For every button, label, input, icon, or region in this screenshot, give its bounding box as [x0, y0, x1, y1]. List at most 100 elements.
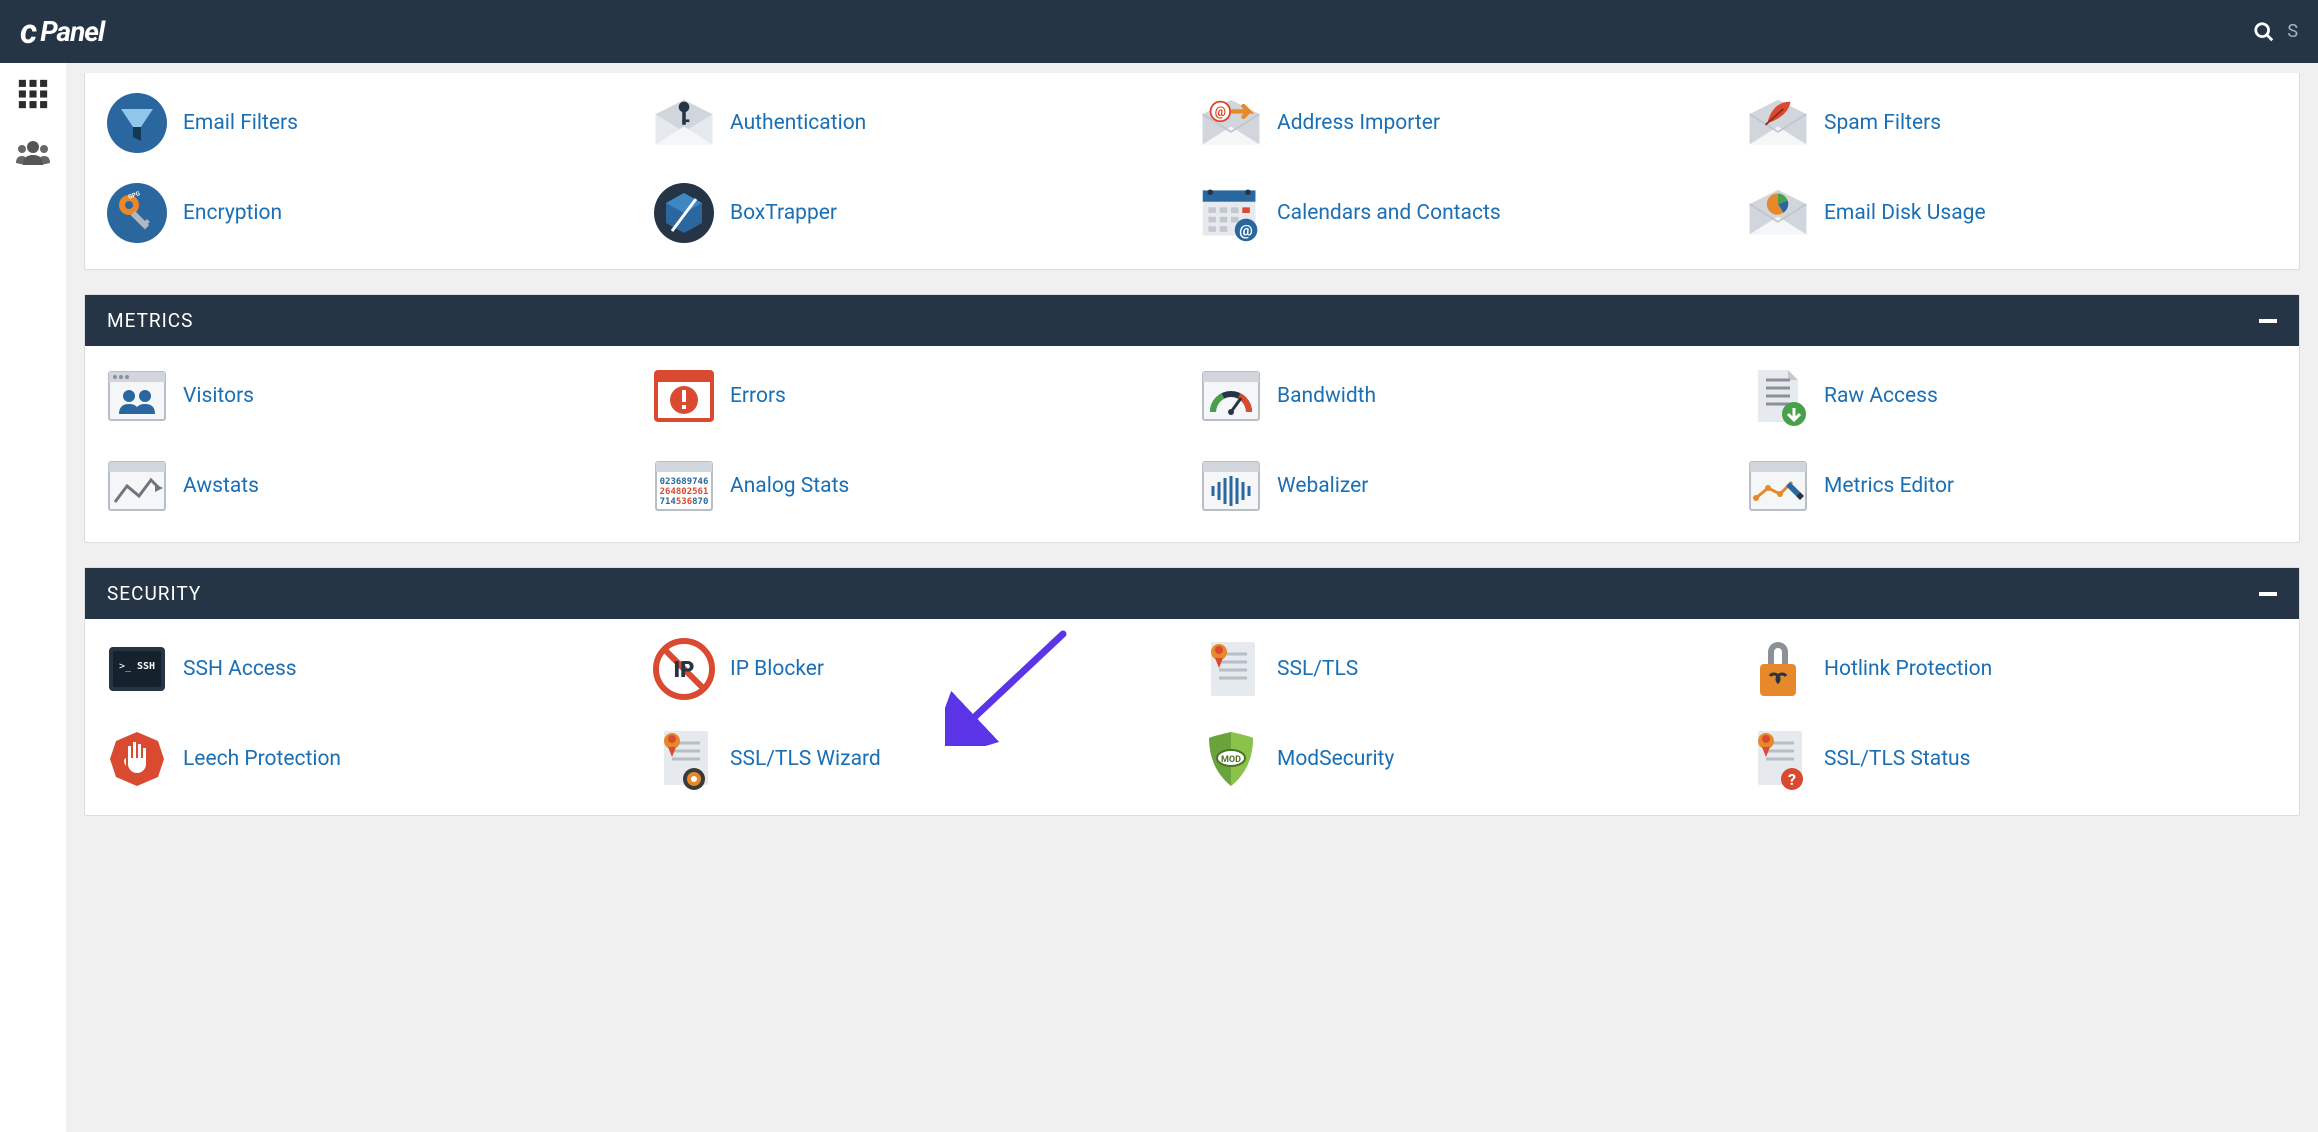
email-panel-body: Email Filters Authentication @ Address I…	[85, 73, 2299, 269]
security-panel: SECURITY >_ SSH SSH Access IP IP Blocker	[84, 567, 2300, 816]
item-label: Authentication	[730, 111, 866, 135]
item-label: Encryption	[183, 201, 282, 225]
logo-text: Panel	[40, 15, 104, 48]
ssl-wizard-icon	[652, 727, 716, 791]
ssh-terminal-icon: >_ SSH	[105, 637, 169, 701]
item-authentication[interactable]: Authentication	[650, 83, 1187, 163]
item-raw-access[interactable]: Raw Access	[1744, 356, 2281, 436]
metrics-panel-body: Visitors Errors Bandwidth	[85, 346, 2299, 542]
item-label: Hotlink Protection	[1824, 657, 1992, 681]
item-label: Bandwidth	[1277, 384, 1376, 408]
item-label: BoxTrapper	[730, 201, 837, 225]
item-label: Leech Protection	[183, 747, 341, 771]
sidebar-apps-button[interactable]	[16, 77, 50, 115]
item-ssl-tls[interactable]: SSL/TLS	[1197, 629, 1734, 709]
line-chart-icon	[105, 454, 169, 518]
metrics-panel-header[interactable]: METRICS	[85, 295, 2299, 346]
item-leech-protection[interactable]: Leech Protection	[103, 719, 640, 799]
svg-text:023689746: 023689746	[660, 477, 709, 487]
svg-text:>_: >_	[119, 661, 132, 672]
collapse-icon	[2259, 592, 2277, 596]
topbar: cPanel S	[0, 0, 2318, 63]
cpanel-logo[interactable]: cPanel	[20, 12, 104, 52]
ip-block-icon: IP	[652, 637, 716, 701]
svg-text:@: @	[1239, 222, 1253, 240]
svg-text:714536870: 714536870	[660, 497, 709, 507]
topbar-right: S	[2253, 21, 2298, 43]
item-label: SSL/TLS	[1277, 657, 1358, 681]
item-ssl-tls-wizard[interactable]: SSL/TLS Wizard	[650, 719, 1187, 799]
envelope-chart-icon	[1746, 181, 1810, 245]
item-errors[interactable]: Errors	[650, 356, 1187, 436]
security-panel-header[interactable]: SECURITY	[85, 568, 2299, 619]
sidebar-users-button[interactable]	[15, 139, 51, 171]
link-lock-icon	[1746, 637, 1810, 701]
item-address-importer[interactable]: @ Address Importer	[1197, 83, 1734, 163]
hand-stop-icon	[105, 727, 169, 791]
item-label: Address Importer	[1277, 111, 1440, 135]
ssl-cert-icon	[1199, 637, 1263, 701]
item-label: SSH Access	[183, 657, 297, 681]
item-spam-filters[interactable]: Spam Filters	[1744, 83, 2281, 163]
svg-text:MOD: MOD	[1221, 755, 1241, 765]
users-icon	[15, 139, 51, 167]
envelope-at-arrow-icon: @	[1199, 91, 1263, 155]
item-encryption[interactable]: GPG Encryption	[103, 173, 640, 253]
svg-text:IP: IP	[674, 658, 695, 683]
item-label: SSL/TLS Wizard	[730, 747, 881, 771]
item-awstats[interactable]: Awstats	[103, 446, 640, 526]
visitors-icon	[105, 364, 169, 428]
item-label: Visitors	[183, 384, 254, 408]
panel-title: METRICS	[107, 309, 193, 332]
funnel-icon	[105, 91, 169, 155]
envelope-feather-icon	[1746, 91, 1810, 155]
item-hotlink-protection[interactable]: Hotlink Protection	[1744, 629, 2281, 709]
item-label: Webalizer	[1277, 474, 1368, 498]
item-label: Analog Stats	[730, 474, 849, 498]
main-content: Email Filters Authentication @ Address I…	[66, 63, 2318, 870]
edit-chart-icon	[1746, 454, 1810, 518]
grid-icon	[16, 77, 50, 111]
item-ssh-access[interactable]: >_ SSH SSH Access	[103, 629, 640, 709]
audio-bars-icon	[1199, 454, 1263, 518]
item-label: Email Disk Usage	[1824, 201, 1986, 225]
item-bandwidth[interactable]: Bandwidth	[1197, 356, 1734, 436]
item-label: Email Filters	[183, 111, 298, 135]
email-panel: Email Filters Authentication @ Address I…	[84, 73, 2300, 270]
sidebar	[0, 63, 66, 1132]
svg-text:?: ?	[1788, 770, 1796, 789]
item-boxtrapper[interactable]: BoxTrapper	[650, 173, 1187, 253]
item-visitors[interactable]: Visitors	[103, 356, 640, 436]
gauge-icon	[1199, 364, 1263, 428]
item-metrics-editor[interactable]: Metrics Editor	[1744, 446, 2281, 526]
envelope-key-icon	[652, 91, 716, 155]
security-panel-body: >_ SSH SSH Access IP IP Blocker SSL/TLS	[85, 619, 2299, 815]
search-icon	[2253, 21, 2275, 43]
item-analog-stats[interactable]: 023689746 264802561 714536870 Analog Sta…	[650, 446, 1187, 526]
item-label: Calendars and Contacts	[1277, 201, 1501, 225]
item-email-filters[interactable]: Email Filters	[103, 83, 640, 163]
item-email-disk-usage[interactable]: Email Disk Usage	[1744, 173, 2281, 253]
search-area[interactable]: S	[2253, 21, 2298, 43]
item-label: Awstats	[183, 474, 259, 498]
item-label: Raw Access	[1824, 384, 1938, 408]
item-ssl-tls-status[interactable]: ? SSL/TLS Status	[1744, 719, 2281, 799]
search-placeholder-text: S	[2287, 21, 2298, 42]
item-webalizer[interactable]: Webalizer	[1197, 446, 1734, 526]
item-label: Spam Filters	[1824, 111, 1941, 135]
item-label: Errors	[730, 384, 786, 408]
boxtrapper-icon	[652, 181, 716, 245]
svg-text:SSH: SSH	[137, 661, 155, 672]
mod-shield-icon: MOD	[1199, 727, 1263, 791]
svg-text:264802561: 264802561	[660, 487, 709, 497]
item-calendars-contacts[interactable]: @ Calendars and Contacts	[1197, 173, 1734, 253]
key-gpg-icon: GPG	[105, 181, 169, 245]
item-ip-blocker[interactable]: IP IP Blocker	[650, 629, 1187, 709]
item-modsecurity[interactable]: MOD ModSecurity	[1197, 719, 1734, 799]
errors-icon	[652, 364, 716, 428]
item-label: IP Blocker	[730, 657, 824, 681]
svg-text:@: @	[1215, 105, 1226, 120]
calendar-at-icon: @	[1199, 181, 1263, 245]
ssl-status-icon: ?	[1746, 727, 1810, 791]
collapse-icon	[2259, 319, 2277, 323]
